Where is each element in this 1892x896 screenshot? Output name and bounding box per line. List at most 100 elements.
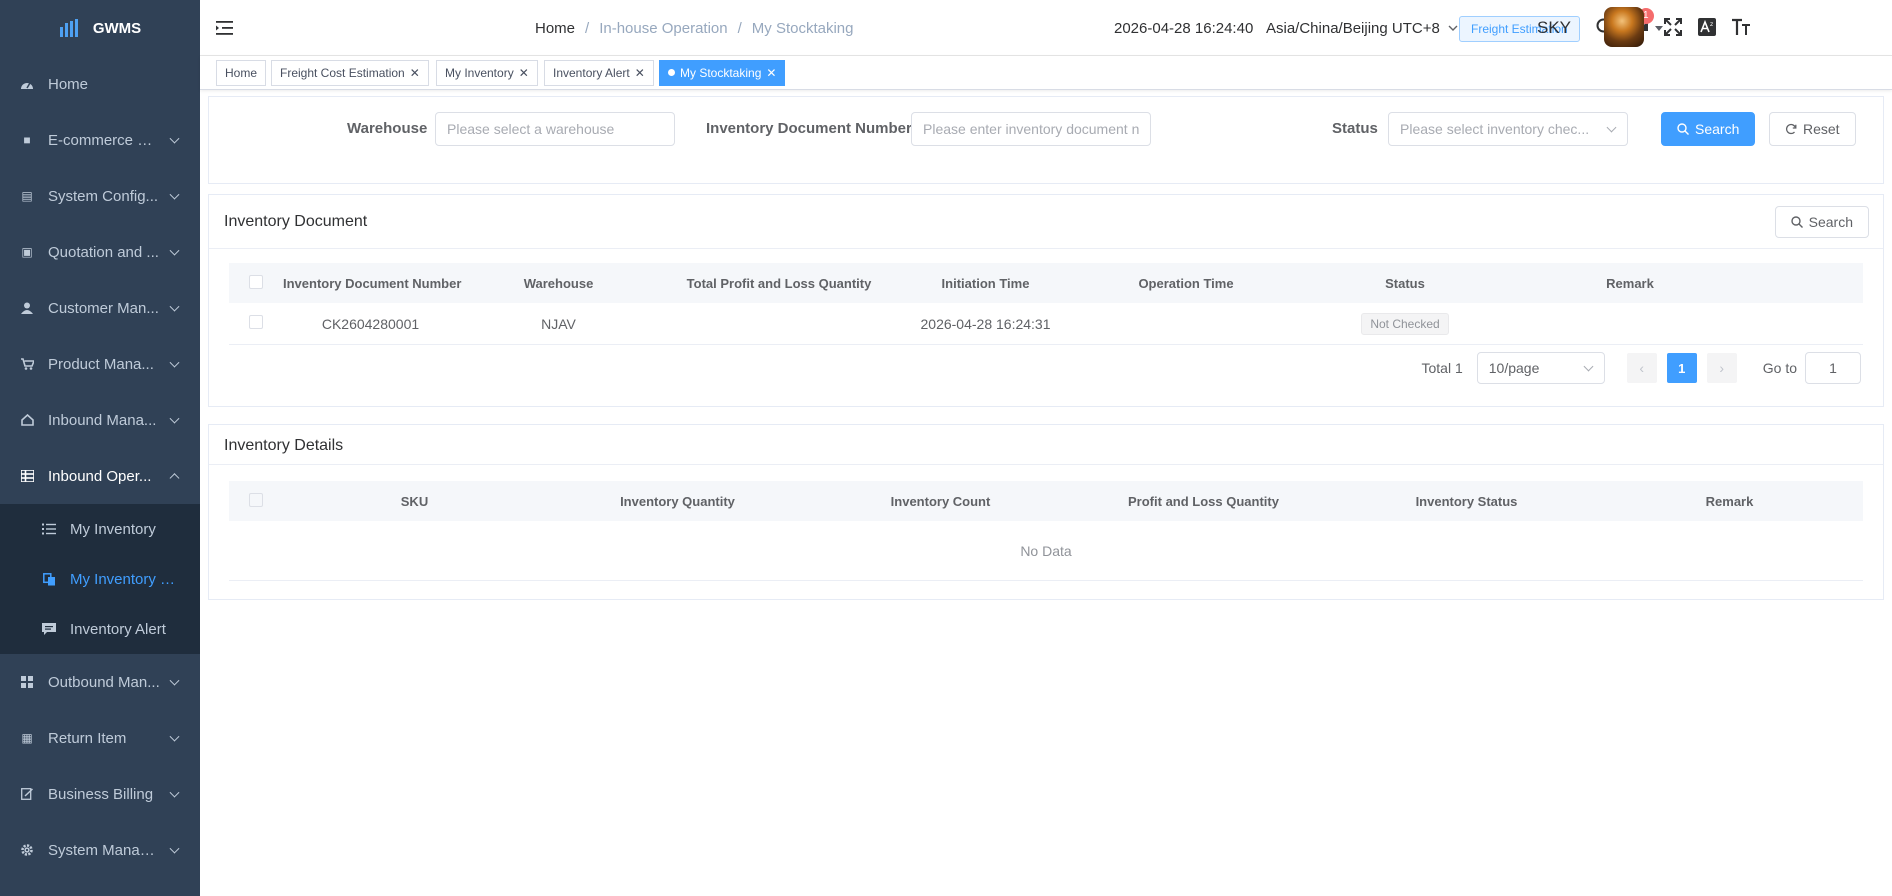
document-number-label: Inventory Document Number xyxy=(706,120,912,137)
sidebar-item-label: Business Billing xyxy=(48,785,154,803)
page-size-value: 10/page xyxy=(1488,360,1540,376)
prev-page-button[interactable]: ‹ xyxy=(1626,353,1657,383)
grid-icon xyxy=(18,470,36,482)
document-search-button[interactable]: Search xyxy=(1774,206,1869,238)
column-header: Total Profit and Loss Quantity xyxy=(686,275,872,291)
sidebar-item-my-inventory-check[interactable]: My Inventory C... xyxy=(0,554,200,604)
chevron-down-icon xyxy=(169,357,180,368)
tag-inventory-alert[interactable]: Inventory Alert ✕ xyxy=(544,60,654,86)
sidebar-item-inbound-operation[interactable]: Inbound Oper... xyxy=(0,448,200,504)
submenu-item-label: Inventory Alert xyxy=(70,620,166,638)
svg-text:z: z xyxy=(1710,21,1713,28)
sidebar-item-inbound-management[interactable]: Inbound Mana... xyxy=(0,392,200,448)
sidebar-item-quotation[interactable]: ▣ Quotation and ... xyxy=(0,224,200,280)
fullscreen-icon[interactable] xyxy=(1662,16,1684,38)
status-cell: Not Checked xyxy=(1300,312,1510,335)
select-all-checkbox[interactable] xyxy=(229,492,283,510)
sidebar-item-label: System Config... xyxy=(48,187,159,205)
tag-my-inventory[interactable]: My Inventory ✕ xyxy=(436,60,538,86)
quotation-icon: ▣ xyxy=(21,245,33,259)
warehouse-select[interactable]: Please select a warehouse xyxy=(435,112,675,146)
search-button[interactable]: Search xyxy=(1661,112,1756,146)
page-number-current[interactable]: 1 xyxy=(1666,353,1697,383)
sidebar-item-my-inventory[interactable]: My Inventory xyxy=(0,504,200,554)
chevron-down-icon xyxy=(169,413,180,424)
close-icon[interactable]: ✕ xyxy=(766,66,776,80)
document-search-label: Search xyxy=(1808,214,1853,230)
reset-button-label: Reset xyxy=(1803,121,1840,137)
caret-down-icon[interactable] xyxy=(1655,26,1663,31)
active-dot-icon xyxy=(668,69,675,76)
font-size-icon[interactable] xyxy=(1730,16,1752,38)
close-icon[interactable]: ✕ xyxy=(410,66,420,80)
edit-icon xyxy=(18,788,36,800)
sidebar-item-label: Quotation and ... xyxy=(48,243,159,261)
card-header: Inventory Details xyxy=(209,425,1883,465)
row-checkbox[interactable] xyxy=(229,315,283,332)
ecommerce-icon: ■ xyxy=(23,133,31,147)
tag-home[interactable]: Home xyxy=(216,60,267,86)
pagination: Total 1 10/page ‹ 1 › Go to 1 xyxy=(1421,352,1861,384)
pagination-total: Total 1 xyxy=(1421,360,1463,376)
goto-label: Go to xyxy=(1762,360,1797,376)
sidebar-item-return[interactable]: ▦ Return Item xyxy=(0,710,200,766)
breadcrumb-home[interactable]: Home xyxy=(535,20,575,37)
status-select[interactable]: Please select inventory chec... xyxy=(1388,112,1628,146)
home-icon xyxy=(18,414,36,426)
chevron-down-icon xyxy=(1448,25,1458,31)
chevron-down-icon xyxy=(169,301,180,312)
document-number-input[interactable]: Please enter inventory document n xyxy=(911,112,1151,146)
cart-icon xyxy=(18,358,36,370)
search-icon xyxy=(1677,123,1689,135)
card-title: Inventory Details xyxy=(224,437,344,454)
table-header: SKU Inventory Quantity Inventory Count P… xyxy=(229,481,1863,521)
hamburger-icon[interactable] xyxy=(216,20,234,41)
table-row[interactable]: CK2604280001 NJAV 2026-04-28 16:24:31 No… xyxy=(229,303,1863,345)
sidebar-item-label: Home xyxy=(48,75,89,93)
sidebar-item-label: Customer Man... xyxy=(48,299,159,317)
username[interactable]: SKY xyxy=(1537,18,1571,38)
sidebar-item-label: Outbound Man... xyxy=(48,673,160,691)
sidebar-item-product[interactable]: Product Mana... xyxy=(0,336,200,392)
breadcrumb: Home / In-house Operation / My Stocktaki… xyxy=(535,20,854,37)
tag-label: Home xyxy=(225,66,258,80)
submenu-item-label: My Inventory C... xyxy=(70,570,180,588)
sidebar-item-system-management[interactable]: System Manag... xyxy=(0,822,200,878)
breadcrumb-separator: / xyxy=(737,20,742,37)
sidebar-item-home[interactable]: Home xyxy=(0,56,200,112)
sidebar-item-label: Product Mana... xyxy=(48,355,154,373)
sidebar-item-inventory-alert[interactable]: Inventory Alert xyxy=(0,604,200,654)
sidebar-item-billing[interactable]: Business Billing xyxy=(0,766,200,822)
goto-page-input[interactable]: 1 xyxy=(1805,352,1861,384)
tags-view: Home Freight Cost Estimation ✕ My Invento… xyxy=(200,56,1892,90)
list-icon xyxy=(40,523,58,535)
timezone-selector[interactable]: Asia/China/Beijing UTC+8 xyxy=(1266,20,1458,37)
avatar[interactable] xyxy=(1604,7,1644,47)
select-all-checkbox[interactable] xyxy=(229,274,283,292)
warehouse-label: Warehouse xyxy=(347,120,428,137)
submenu-item-label: My Inventory xyxy=(70,520,156,538)
submenu-inbound-operation: My Inventory My Inventory C... Inventory… xyxy=(0,504,200,654)
chevron-down-icon xyxy=(1606,122,1617,133)
inventory-document-table: Inventory Document Number Warehouse Tota… xyxy=(229,263,1863,345)
message-icon xyxy=(40,623,58,635)
translate-icon[interactable]: z xyxy=(1696,16,1718,38)
sidebar-item-outbound[interactable]: Outbound Man... xyxy=(0,654,200,710)
sidebar-item-ecommerce[interactable]: ■ E-commerce Pl... xyxy=(0,112,200,168)
refresh-icon xyxy=(1786,123,1797,135)
current-datetime: 2026-04-28 16:24:40 xyxy=(1114,20,1254,37)
reset-button[interactable]: Reset xyxy=(1769,112,1856,146)
page-size-select[interactable]: 10/page xyxy=(1476,352,1605,384)
close-icon[interactable]: ✕ xyxy=(519,66,529,80)
sidebar-item-system-config[interactable]: ▤ System Config... xyxy=(0,168,200,224)
sidebar-item-customer[interactable]: Customer Man... xyxy=(0,280,200,336)
warehouse: NJAV xyxy=(541,315,576,332)
close-icon[interactable]: ✕ xyxy=(635,66,645,80)
sidebar-item-label: Return Item xyxy=(48,729,127,747)
inventory-document-card: Inventory Document Search Inventory Docu… xyxy=(208,194,1884,407)
tag-my-stocktaking[interactable]: My Stocktaking ✕ xyxy=(659,60,786,86)
next-page-button[interactable]: › xyxy=(1706,353,1737,383)
tag-freight-cost-estimation[interactable]: Freight Cost Estimation ✕ xyxy=(271,60,429,86)
warehouse-placeholder: Please select a warehouse xyxy=(447,121,615,137)
sidebar-item-label: Inbound Oper... xyxy=(48,467,152,485)
